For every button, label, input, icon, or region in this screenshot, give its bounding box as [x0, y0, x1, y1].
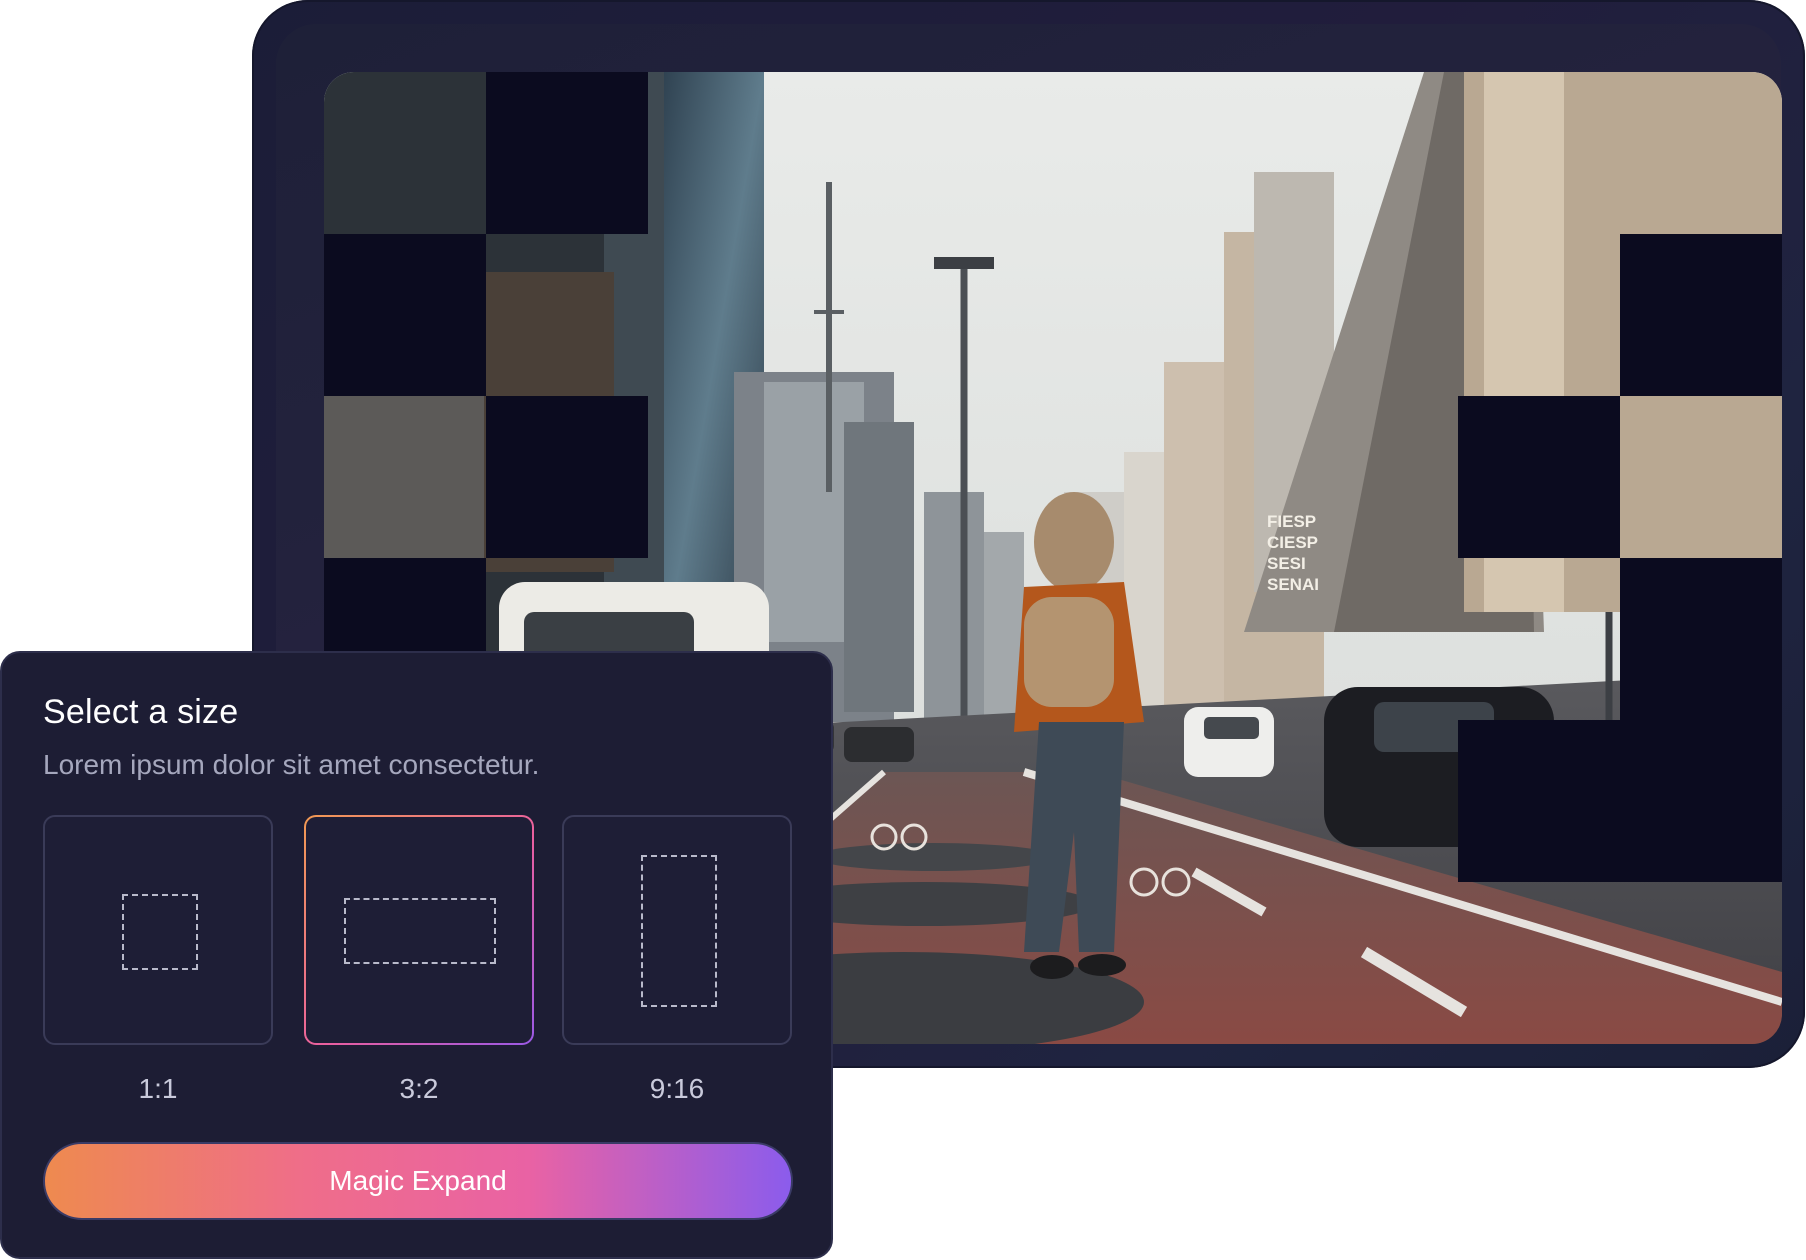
landscape-ratio-icon — [344, 898, 496, 964]
mask-tile — [486, 396, 648, 558]
magic-expand-button[interactable]: Magic Expand — [43, 1142, 793, 1220]
mask-tile — [324, 234, 486, 396]
size-option-label: 1:1 — [138, 1073, 178, 1104]
mask-tile — [1620, 558, 1782, 720]
size-option-9-16[interactable] — [562, 815, 792, 1045]
mask-tile — [1620, 720, 1782, 882]
size-option-label: 3:2 — [399, 1073, 439, 1104]
size-selector-panel: Select a size Lorem ipsum dolor sit amet… — [0, 651, 833, 1259]
size-option-inner — [306, 817, 532, 1043]
sign-line-3: SESI — [1267, 554, 1306, 573]
panel-subtitle: Lorem ipsum dolor sit amet consectetur. — [43, 749, 540, 780]
panel-title: Select a size — [43, 693, 239, 731]
sign-line-1: FIESP — [1267, 512, 1316, 531]
size-option-3-2[interactable] — [304, 815, 534, 1045]
square-ratio-icon — [122, 894, 198, 970]
size-option-1-1[interactable] — [43, 815, 273, 1045]
mask-tile — [1458, 396, 1620, 558]
sign-line-4: SENAI — [1267, 575, 1319, 594]
portrait-ratio-icon — [641, 855, 717, 1007]
mask-tile — [486, 72, 648, 234]
mask-tile — [1620, 234, 1782, 396]
mask-tile — [1458, 720, 1620, 882]
size-option-label: 9:16 — [649, 1073, 705, 1104]
sign-line-2: CIESP — [1267, 533, 1318, 552]
